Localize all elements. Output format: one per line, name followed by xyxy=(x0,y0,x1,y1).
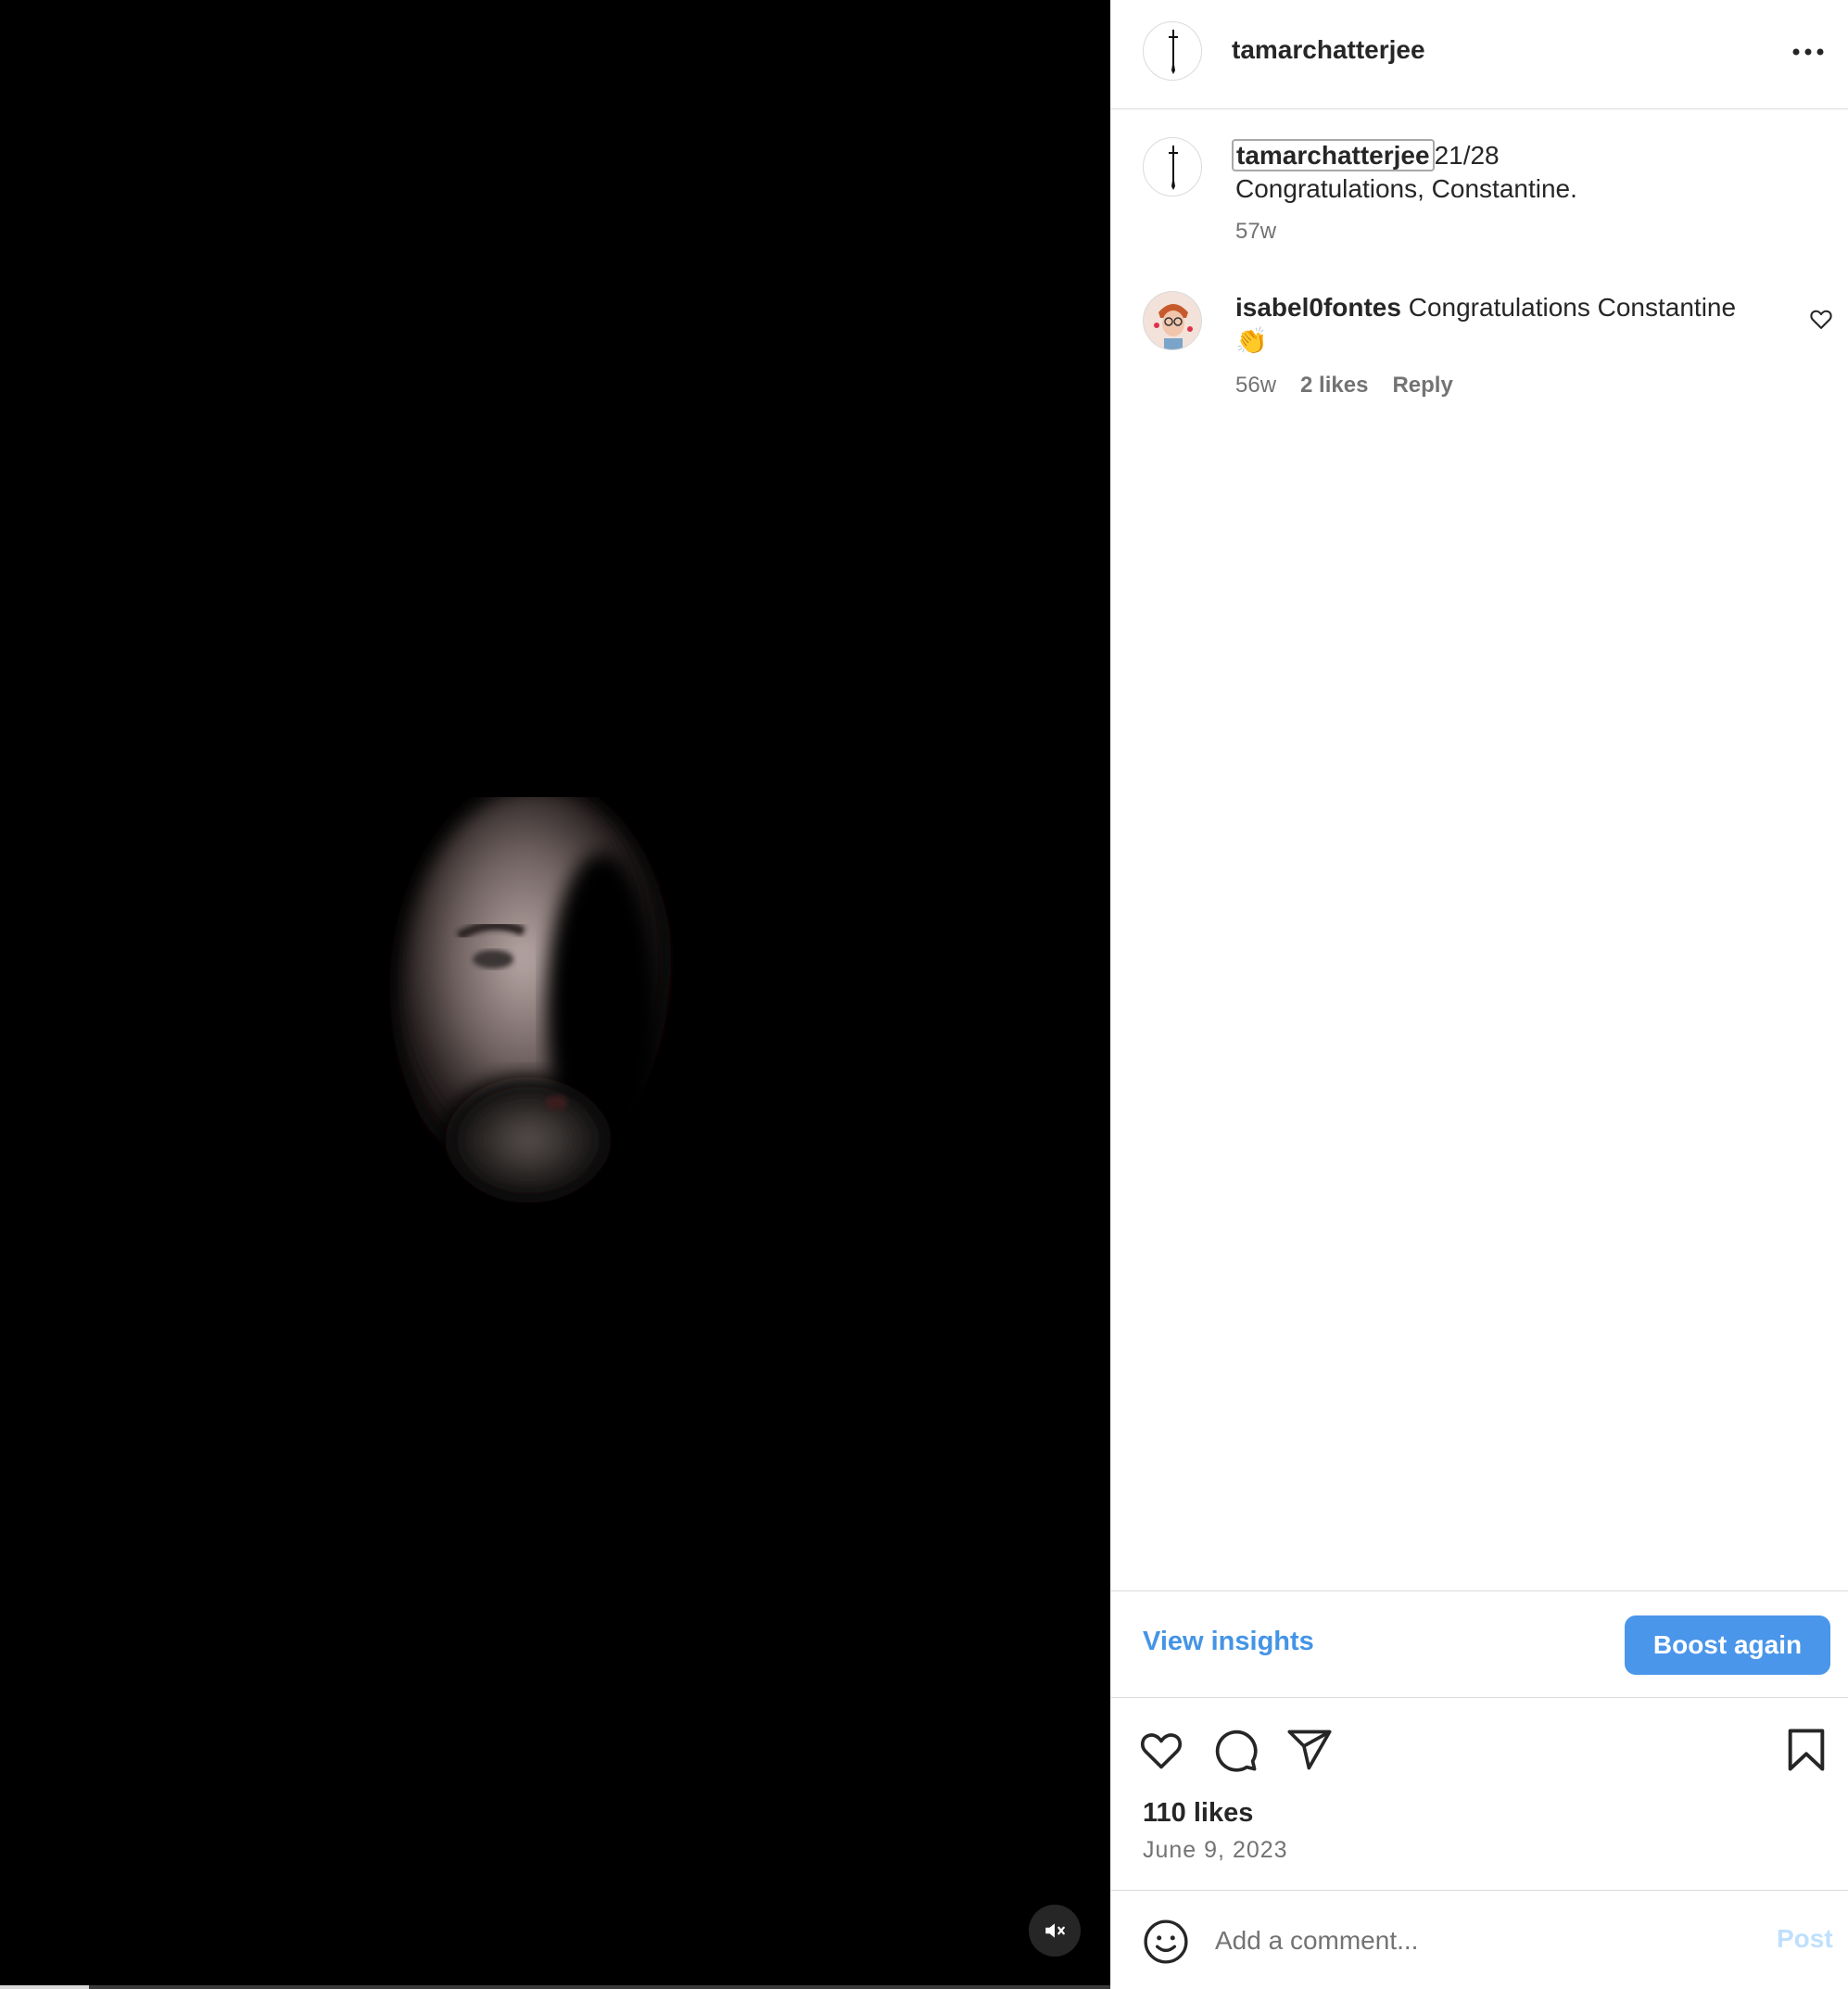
insights-bar: View insights Boost again xyxy=(1111,1590,1848,1698)
mute-icon xyxy=(1045,1923,1065,1938)
post-likes-count[interactable]: 110 likes xyxy=(1143,1798,1253,1829)
video-frame-face xyxy=(399,797,677,1214)
heart-icon[interactable] xyxy=(1137,1726,1185,1774)
more-options-button[interactable] xyxy=(1788,33,1829,70)
caption-username[interactable]: tamarchatterjee xyxy=(1232,139,1435,171)
comment-username[interactable]: isabel0fontes xyxy=(1235,293,1401,322)
more-icon xyxy=(1792,48,1824,56)
post-header: tamarchatterjee xyxy=(1111,0,1848,109)
comment-meta: 56w 2 likes Reply xyxy=(1235,373,1453,399)
author-avatar[interactable] xyxy=(1143,21,1202,81)
share-icon[interactable] xyxy=(1285,1726,1334,1774)
comment-heart-icon[interactable] xyxy=(1808,306,1834,332)
comment-body: Congratulations Constantine xyxy=(1408,293,1737,322)
boost-again-button[interactable]: Boost again xyxy=(1625,1615,1830,1675)
comment-timestamp[interactable]: 56w xyxy=(1235,373,1276,399)
dagger-icon xyxy=(1169,30,1178,74)
dagger-icon xyxy=(1169,146,1178,190)
caption-timestamp[interactable]: 57w xyxy=(1235,219,1276,245)
emoji-icon[interactable] xyxy=(1143,1919,1189,1965)
comment-input[interactable] xyxy=(1215,1913,1734,1969)
post-date[interactable]: June 9, 2023 xyxy=(1143,1837,1288,1864)
post-actions: 110 likes June 9, 2023 xyxy=(1111,1698,1848,1893)
post-comment-button[interactable]: Post xyxy=(1777,1924,1833,1954)
caption-line2: Congratulations, Constantine. xyxy=(1235,174,1577,203)
commenter-avatar-image xyxy=(1144,292,1201,349)
video-progress-bar[interactable] xyxy=(0,1985,1110,1989)
caption-body: 21/28 xyxy=(1434,141,1500,170)
bookmark-icon[interactable] xyxy=(1782,1726,1830,1774)
post-media[interactable] xyxy=(0,0,1110,1989)
post-side-panel: tamarchatterjee tamarchatterjee 21/28 Con… xyxy=(1110,0,1848,1989)
view-insights-link[interactable]: View insights xyxy=(1143,1627,1314,1657)
caption-text: tamarchatterjee 21/28 Congratulations, Co… xyxy=(1232,139,1810,206)
comment-reply-button[interactable]: Reply xyxy=(1392,373,1452,399)
mute-button[interactable] xyxy=(1029,1905,1081,1957)
caption-author-avatar[interactable] xyxy=(1143,137,1202,196)
commenter-avatar[interactable] xyxy=(1143,291,1202,350)
comment-text: isabel0fontes Congratulations Constantin… xyxy=(1235,291,1782,358)
comment-likes[interactable]: 2 likes xyxy=(1300,373,1368,399)
comment-emoji: 👏 xyxy=(1235,326,1268,355)
author-username[interactable]: tamarchatterjee xyxy=(1232,35,1425,65)
add-comment-bar: Post xyxy=(1111,1890,1848,1989)
comment-icon[interactable] xyxy=(1211,1726,1259,1774)
video-progress-fill xyxy=(0,1985,89,1989)
